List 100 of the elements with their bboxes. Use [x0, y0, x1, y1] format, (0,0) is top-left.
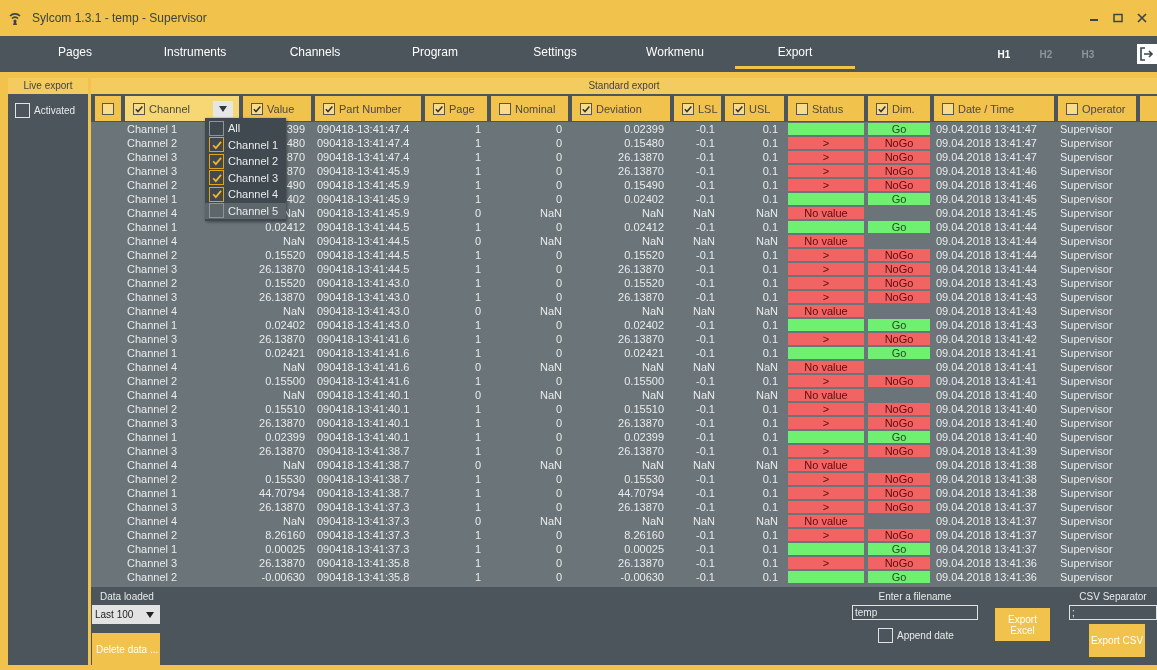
table-cell-text: NaN	[755, 206, 779, 220]
status-cell: >	[788, 137, 864, 149]
column-header[interactable]: Deviation	[572, 96, 670, 121]
checkbox[interactable]	[209, 153, 224, 169]
dim-cell: Go	[868, 571, 930, 583]
input-field[interactable]: ;	[1069, 605, 1157, 620]
nav-tab[interactable]: Channels	[255, 36, 375, 69]
table-cell-text: 0	[473, 234, 482, 248]
table-cell-text: 090418-13:41:37.3	[316, 542, 410, 556]
table-cell-text: 090418-13:41:38.7	[316, 458, 410, 472]
table-cell-text: 0	[554, 276, 563, 290]
table-cell-text: 09.04.2018 13:41:41	[935, 360, 1037, 374]
checkbox[interactable]	[102, 102, 114, 115]
table-cell-text: 0.00025	[623, 542, 665, 556]
column-header[interactable]: LSL	[674, 96, 721, 121]
table-cell-text: -0.1	[695, 220, 716, 234]
column-header[interactable]: Page	[425, 96, 487, 121]
checkbox[interactable]	[209, 120, 224, 136]
head-tab[interactable]: H1	[985, 48, 1023, 60]
column-header[interactable]: USL	[725, 96, 784, 121]
table-cell-text: Supervisor	[1059, 402, 1113, 416]
table-cell-text: 0	[554, 486, 563, 500]
menu-item[interactable]: Channel 4	[205, 186, 286, 203]
column-header[interactable]: Channel	[125, 96, 239, 121]
column-header[interactable]: Value	[243, 96, 311, 121]
caret-icon	[146, 611, 154, 618]
table-cell-text: NaN	[755, 234, 779, 248]
status-cell: No value	[788, 207, 864, 219]
dim-cell: Go	[868, 431, 930, 443]
table-cell-text: -0.1	[695, 486, 716, 500]
menu-item[interactable]: Channel 3	[205, 169, 286, 186]
table-cell-text: 870	[285, 164, 306, 178]
input-field[interactable]: temp	[852, 605, 978, 620]
table-cell-text: Channel 3	[126, 332, 178, 346]
menu-item[interactable]: Channel 2	[205, 153, 286, 170]
column-label: USL	[749, 102, 771, 115]
table-cell-text: -0.1	[695, 346, 716, 360]
nav-tab[interactable]: Pages	[15, 36, 135, 69]
table-cell-text: NaN	[692, 514, 716, 528]
table-cell-text: NaN	[755, 304, 779, 318]
menu-item[interactable]: All	[205, 120, 286, 137]
column-header[interactable]: Part Number	[315, 96, 421, 121]
checkbox[interactable]	[1066, 102, 1078, 115]
dim-cell: Go	[868, 193, 930, 205]
nav-tab[interactable]: Instruments	[135, 36, 255, 69]
checkbox[interactable]	[209, 137, 224, 153]
column-header[interactable]: Operator	[1058, 96, 1136, 121]
status-cell: >	[788, 165, 864, 177]
nav-tab[interactable]: Program	[375, 36, 495, 69]
column-header[interactable]: Status	[788, 96, 864, 121]
checkbox[interactable]	[209, 203, 224, 219]
column-header[interactable]: Nominal	[491, 96, 568, 121]
checkbox[interactable]	[876, 102, 888, 115]
dropdown-button[interactable]	[213, 100, 233, 117]
table-cell-text: 26.13870	[617, 332, 665, 346]
table-cell-text: 26.13870	[258, 290, 306, 304]
menu-item-label: Channel 3	[228, 171, 279, 184]
checkbox[interactable]	[433, 102, 445, 115]
table-cell-text: 09.04.2018 13:41:43	[935, 290, 1037, 304]
checkbox[interactable]	[733, 102, 745, 115]
checkbox[interactable]	[682, 102, 694, 115]
logout-button[interactable]	[1137, 44, 1157, 64]
status-cell: >	[788, 403, 864, 415]
nav-tab[interactable]: Workmenu	[615, 36, 735, 69]
nav-tab[interactable]: Settings	[495, 36, 615, 69]
nav-tab[interactable]: Export	[735, 36, 855, 69]
menu-item-label: Channel 2	[228, 155, 279, 168]
column-label: Status	[812, 102, 844, 115]
table-cell-text: 09.04.2018 13:41:44	[935, 262, 1037, 276]
column-header[interactable]: Dim.	[868, 96, 930, 121]
checkbox[interactable]	[133, 102, 145, 115]
table-cell-text: 26.13870	[258, 444, 306, 458]
table-cell-text: 0.1	[761, 444, 779, 458]
table-cell-text: 0.15520	[623, 248, 665, 262]
table-cell-text: 0.15510	[623, 402, 665, 416]
table-cell-text: 090418-13:41:38.7	[316, 486, 410, 500]
table-cell-text: NaN	[641, 388, 665, 402]
column-header[interactable]: Date / Time	[934, 96, 1054, 121]
table-cell-text: 26.13870	[258, 262, 306, 276]
checkbox[interactable]	[323, 102, 335, 115]
table-cell-text: 0	[554, 346, 563, 360]
table-cell-text: 1	[473, 374, 482, 388]
table-cell-text: 1	[473, 528, 482, 542]
checkbox[interactable]	[580, 102, 592, 115]
table-cell-text: 090418-13:41:44.5	[316, 234, 410, 248]
checkbox[interactable]	[209, 170, 224, 186]
table-cell-text: 090418-13:41:40.1	[316, 416, 410, 430]
checkbox[interactable]	[499, 102, 511, 115]
checkbox[interactable]	[209, 186, 224, 202]
menu-item[interactable]: Channel 5	[205, 202, 286, 219]
dim-cell: NoGo	[868, 487, 930, 499]
checkbox[interactable]	[251, 102, 263, 115]
table-cell-text: Supervisor	[1059, 206, 1113, 220]
checkbox[interactable]	[942, 102, 954, 115]
table-cell-text: Channel 3	[126, 444, 178, 458]
menu-item[interactable]: Channel 1	[205, 136, 286, 153]
column-header[interactable]	[95, 96, 121, 121]
table-cell-text: Channel 2	[126, 276, 178, 290]
checkbox[interactable]	[796, 102, 808, 115]
dropdown[interactable]: Last 100	[92, 605, 160, 624]
